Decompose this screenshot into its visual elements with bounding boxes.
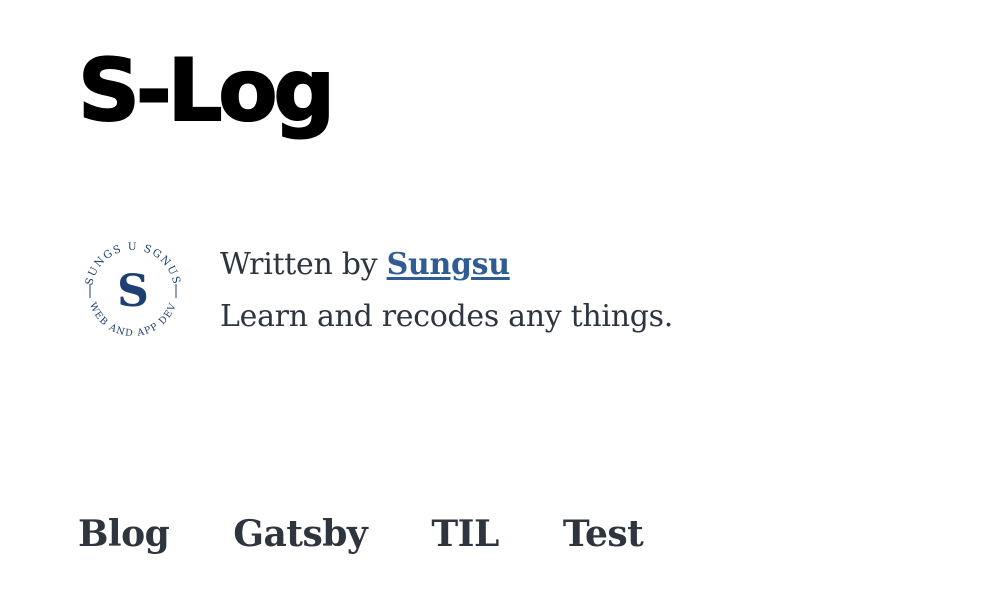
nav-item-til[interactable]: TIL <box>431 508 499 560</box>
nav-item-blog[interactable]: Blog <box>78 508 170 560</box>
avatar: SUNGS U SGNUS WEB AND APP DEV S <box>78 236 188 346</box>
bio-byline: Written by Sungsu <box>220 239 673 291</box>
nav-item-test[interactable]: Test <box>563 508 644 560</box>
category-nav: Blog Gatsby TIL Test <box>78 508 644 560</box>
nav-item-gatsby[interactable]: Gatsby <box>233 508 368 560</box>
avatar-logo-icon: SUNGS U SGNUS WEB AND APP DEV S <box>79 237 187 345</box>
bio-text: Written by Sungsu Learn and recodes any … <box>220 239 673 343</box>
bio: SUNGS U SGNUS WEB AND APP DEV S Written … <box>78 236 673 346</box>
avatar-letter: S <box>117 266 149 317</box>
author-link[interactable]: Sungsu <box>387 247 510 282</box>
site-title[interactable]: S-Log <box>77 36 336 146</box>
bio-written-by-label: Written by <box>220 247 378 282</box>
bio-description: Learn and recodes any things. <box>220 299 673 334</box>
